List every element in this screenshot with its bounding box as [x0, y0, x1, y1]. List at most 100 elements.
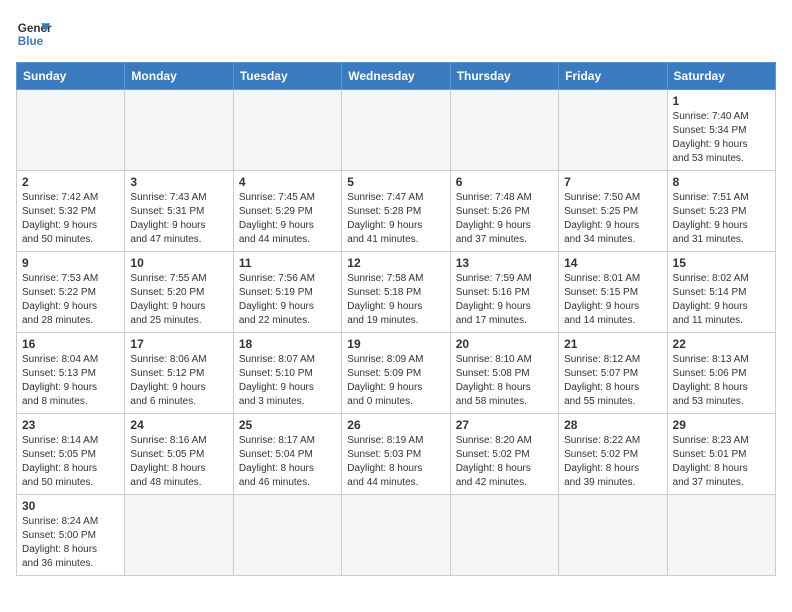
- day-number: 10: [130, 256, 227, 270]
- day-cell: 14 Sunrise: 8:01 AMSunset: 5:15 PMDayligh…: [559, 252, 667, 333]
- day-number: 15: [673, 256, 770, 270]
- day-number: 23: [22, 418, 119, 432]
- day-info: Sunrise: 8:23 AMSunset: 5:01 PMDaylight:…: [673, 434, 770, 490]
- weekday-header-row: SundayMondayTuesdayWednesdayThursdayFrid…: [17, 63, 776, 90]
- day-number: 8: [673, 175, 770, 189]
- day-info: Sunrise: 7:50 AMSunset: 5:25 PMDaylight:…: [564, 191, 661, 247]
- day-info: Sunrise: 7:59 AMSunset: 5:16 PMDaylight:…: [456, 272, 553, 328]
- day-cell: [342, 495, 450, 576]
- day-cell: 7Sunrise: 7:50 AMSunset: 5:25 PMDaylight…: [559, 171, 667, 252]
- day-info: Sunrise: 7:51 AMSunset: 5:23 PMDaylight:…: [673, 191, 770, 247]
- day-cell: [450, 90, 558, 171]
- day-cell: 17 Sunrise: 8:06 AMSunset: 5:12 PMDayligh…: [125, 333, 233, 414]
- day-cell: 21 Sunrise: 8:12 AMSunset: 5:07 PMDayligh…: [559, 333, 667, 414]
- day-info: Sunrise: 8:12 AMSunset: 5:07 PMDaylight:…: [564, 353, 661, 409]
- day-cell: [233, 495, 341, 576]
- day-info: Sunrise: 7:48 AMSunset: 5:26 PMDaylight:…: [456, 191, 553, 247]
- day-cell: 30 Sunrise: 8:24 AMSunset: 5:00 PMDayligh…: [17, 495, 125, 576]
- day-info: Sunrise: 8:22 AMSunset: 5:02 PMDaylight:…: [564, 434, 661, 490]
- svg-text:Blue: Blue: [18, 35, 44, 48]
- day-cell: [667, 495, 775, 576]
- weekday-header-friday: Friday: [559, 63, 667, 90]
- day-info: Sunrise: 7:43 AMSunset: 5:31 PMDaylight:…: [130, 191, 227, 247]
- calendar-table: SundayMondayTuesdayWednesdayThursdayFrid…: [16, 62, 776, 576]
- day-cell: 12 Sunrise: 7:58 AMSunset: 5:18 PMDayligh…: [342, 252, 450, 333]
- day-number: 14: [564, 256, 661, 270]
- day-number: 30: [22, 499, 119, 513]
- day-info: Sunrise: 8:06 AMSunset: 5:12 PMDaylight:…: [130, 353, 227, 409]
- week-row-3: 16Sunrise: 8:04 AMSunset: 5:13 PMDayligh…: [17, 333, 776, 414]
- day-number: 27: [456, 418, 553, 432]
- day-info: Sunrise: 7:45 AMSunset: 5:29 PMDaylight:…: [239, 191, 336, 247]
- day-cell: 10 Sunrise: 7:55 AMSunset: 5:20 PMDayligh…: [125, 252, 233, 333]
- day-number: 22: [673, 337, 770, 351]
- header: General Blue: [16, 16, 776, 52]
- day-info: Sunrise: 8:13 AMSunset: 5:06 PMDaylight:…: [673, 353, 770, 409]
- day-number: 4: [239, 175, 336, 189]
- day-number: 18: [239, 337, 336, 351]
- week-row-2: 9Sunrise: 7:53 AMSunset: 5:22 PMDaylight…: [17, 252, 776, 333]
- day-cell: 9Sunrise: 7:53 AMSunset: 5:22 PMDaylight…: [17, 252, 125, 333]
- day-number: 2: [22, 175, 119, 189]
- week-row-5: 30 Sunrise: 8:24 AMSunset: 5:00 PMDayligh…: [17, 495, 776, 576]
- logo-icon: General Blue: [16, 16, 52, 52]
- day-cell: 4 Sunrise: 7:45 AMSunset: 5:29 PMDaylight…: [233, 171, 341, 252]
- day-cell: 5 Sunrise: 7:47 AMSunset: 5:28 PMDaylight…: [342, 171, 450, 252]
- day-info: Sunrise: 8:01 AMSunset: 5:15 PMDaylight:…: [564, 272, 661, 328]
- day-number: 6: [456, 175, 553, 189]
- day-cell: 2 Sunrise: 7:42 AMSunset: 5:32 PMDaylight…: [17, 171, 125, 252]
- day-info: Sunrise: 8:10 AMSunset: 5:08 PMDaylight:…: [456, 353, 553, 409]
- week-row-0: 1 Sunrise: 7:40 AMSunset: 5:34 PMDaylight…: [17, 90, 776, 171]
- day-info: Sunrise: 7:40 AMSunset: 5:34 PMDaylight:…: [673, 110, 770, 166]
- day-number: 26: [347, 418, 444, 432]
- day-cell: [342, 90, 450, 171]
- day-number: 12: [347, 256, 444, 270]
- day-cell: [233, 90, 341, 171]
- day-number: 19: [347, 337, 444, 351]
- day-info: Sunrise: 8:02 AMSunset: 5:14 PMDaylight:…: [673, 272, 770, 328]
- weekday-header-thursday: Thursday: [450, 63, 558, 90]
- day-number: 13: [456, 256, 553, 270]
- day-info: Sunrise: 8:24 AMSunset: 5:00 PMDaylight:…: [22, 515, 119, 571]
- day-number: 17: [130, 337, 227, 351]
- week-row-4: 23Sunrise: 8:14 AMSunset: 5:05 PMDayligh…: [17, 414, 776, 495]
- day-cell: [17, 90, 125, 171]
- day-cell: 23Sunrise: 8:14 AMSunset: 5:05 PMDayligh…: [17, 414, 125, 495]
- day-cell: 15 Sunrise: 8:02 AMSunset: 5:14 PMDayligh…: [667, 252, 775, 333]
- day-number: 9: [22, 256, 119, 270]
- day-number: 29: [673, 418, 770, 432]
- day-cell: 22 Sunrise: 8:13 AMSunset: 5:06 PMDayligh…: [667, 333, 775, 414]
- day-cell: [125, 90, 233, 171]
- weekday-header-monday: Monday: [125, 63, 233, 90]
- day-cell: [559, 90, 667, 171]
- weekday-header-tuesday: Tuesday: [233, 63, 341, 90]
- day-info: Sunrise: 7:47 AMSunset: 5:28 PMDaylight:…: [347, 191, 444, 247]
- day-number: 28: [564, 418, 661, 432]
- day-info: Sunrise: 8:07 AMSunset: 5:10 PMDaylight:…: [239, 353, 336, 409]
- day-cell: 8 Sunrise: 7:51 AMSunset: 5:23 PMDaylight…: [667, 171, 775, 252]
- day-number: 3: [130, 175, 227, 189]
- day-cell: 11Sunrise: 7:56 AMSunset: 5:19 PMDayligh…: [233, 252, 341, 333]
- day-cell: 20 Sunrise: 8:10 AMSunset: 5:08 PMDayligh…: [450, 333, 558, 414]
- day-info: Sunrise: 8:16 AMSunset: 5:05 PMDaylight:…: [130, 434, 227, 490]
- day-info: Sunrise: 7:55 AMSunset: 5:20 PMDaylight:…: [130, 272, 227, 328]
- weekday-header-wednesday: Wednesday: [342, 63, 450, 90]
- weekday-header-saturday: Saturday: [667, 63, 775, 90]
- day-cell: 6 Sunrise: 7:48 AMSunset: 5:26 PMDaylight…: [450, 171, 558, 252]
- day-cell: 16Sunrise: 8:04 AMSunset: 5:13 PMDayligh…: [17, 333, 125, 414]
- day-info: Sunrise: 8:20 AMSunset: 5:02 PMDaylight:…: [456, 434, 553, 490]
- day-info: Sunrise: 7:42 AMSunset: 5:32 PMDaylight:…: [22, 191, 119, 247]
- day-cell: 28 Sunrise: 8:22 AMSunset: 5:02 PMDayligh…: [559, 414, 667, 495]
- day-info: Sunrise: 7:58 AMSunset: 5:18 PMDaylight:…: [347, 272, 444, 328]
- day-number: 5: [347, 175, 444, 189]
- day-number: 1: [673, 94, 770, 108]
- day-number: 21: [564, 337, 661, 351]
- day-info: Sunrise: 7:56 AMSunset: 5:19 PMDaylight:…: [239, 272, 336, 328]
- day-cell: 25Sunrise: 8:17 AMSunset: 5:04 PMDayligh…: [233, 414, 341, 495]
- day-cell: 27 Sunrise: 8:20 AMSunset: 5:02 PMDayligh…: [450, 414, 558, 495]
- day-cell: 3 Sunrise: 7:43 AMSunset: 5:31 PMDaylight…: [125, 171, 233, 252]
- day-number: 16: [22, 337, 119, 351]
- day-number: 20: [456, 337, 553, 351]
- day-info: Sunrise: 8:09 AMSunset: 5:09 PMDaylight:…: [347, 353, 444, 409]
- logo: General Blue: [16, 16, 52, 52]
